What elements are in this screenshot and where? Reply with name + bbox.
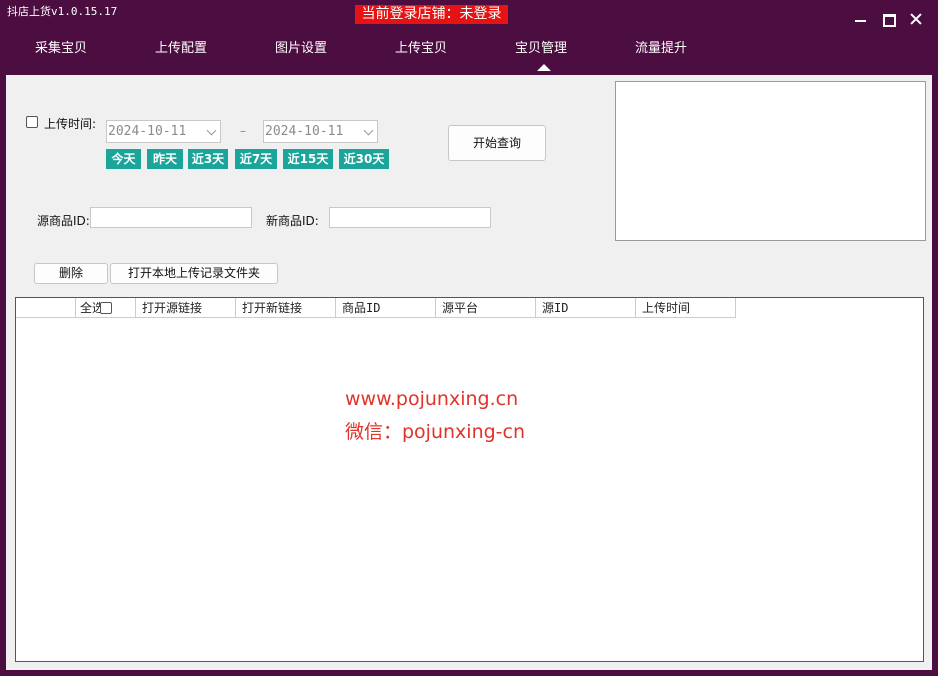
table-header: 全选 打开源链接 打开新链接 商品ID 源平台 源ID 上传时间: [16, 298, 736, 318]
source-id-label: 源商品ID:: [37, 214, 90, 228]
watermark-wechat: 微信：pojunxing-cn: [345, 421, 526, 443]
tab-traffic-boost[interactable]: 流量提升: [606, 40, 716, 60]
column-source-platform[interactable]: 源平台: [436, 298, 536, 318]
tab-item-management[interactable]: 宝贝管理: [486, 40, 596, 60]
tab-collect[interactable]: 采集宝贝: [6, 40, 116, 60]
select-all-label: 全选: [80, 301, 100, 315]
quick-range-30-days[interactable]: 近30天: [339, 149, 389, 169]
column-upload-time[interactable]: 上传时间: [636, 298, 736, 318]
uploaded-items-table: 全选 打开源链接 打开新链接 商品ID 源平台 源ID 上传时间: [15, 297, 924, 662]
open-upload-records-folder-button[interactable]: 打开本地上传记录文件夹: [110, 263, 278, 284]
maximize-icon[interactable]: [881, 8, 897, 27]
row-header-column: [16, 298, 76, 318]
upload-time-checkbox[interactable]: [26, 116, 38, 128]
preview-panel: [615, 81, 926, 241]
select-all-column: 全选: [76, 298, 136, 318]
quick-range-3-days[interactable]: 近3天: [188, 149, 228, 169]
column-open-source-link[interactable]: 打开源链接: [136, 298, 236, 318]
quick-range-yesterday[interactable]: 昨天: [147, 149, 183, 169]
column-item-id[interactable]: 商品ID: [336, 298, 436, 318]
end-date-value: 2024-10-11: [265, 124, 344, 139]
new-id-label: 新商品ID:: [266, 214, 319, 228]
app-title: 抖店上货v1.0.15.17: [7, 5, 118, 18]
start-query-button[interactable]: 开始查询: [448, 125, 546, 161]
login-status-badge: 当前登录店铺：未登录: [355, 5, 508, 24]
chevron-down-icon: [206, 125, 217, 136]
quick-range-today[interactable]: 今天: [106, 149, 141, 169]
tab-image-settings[interactable]: 图片设置: [246, 40, 356, 60]
tab-upload-items[interactable]: 上传宝贝: [366, 40, 476, 60]
column-source-id[interactable]: 源ID: [536, 298, 636, 318]
tab-upload-config[interactable]: 上传配置: [126, 40, 236, 60]
minimize-icon[interactable]: [853, 8, 869, 24]
chevron-down-icon: [363, 125, 374, 136]
new-id-input[interactable]: [329, 207, 491, 228]
close-icon[interactable]: [908, 8, 924, 24]
column-open-new-link[interactable]: 打开新链接: [236, 298, 336, 318]
start-date-value: 2024-10-11: [108, 124, 187, 139]
source-id-input[interactable]: [90, 207, 252, 228]
quick-range-7-days[interactable]: 近7天: [235, 149, 277, 169]
delete-button[interactable]: 删除: [34, 263, 108, 284]
date-separator: –: [240, 124, 246, 138]
app-window: 抖店上货v1.0.15.17 当前登录店铺：未登录 采集宝贝 上传配置 图片设置…: [0, 0, 938, 676]
select-all-checkbox[interactable]: [100, 302, 112, 314]
watermark-url: www.pojunxing.cn: [345, 388, 519, 410]
quick-range-15-days[interactable]: 近15天: [283, 149, 333, 169]
item-management-panel: 上传时间: 2024-10-11 – 2024-10-11 今天 昨天 近3天 …: [6, 75, 932, 670]
start-date-picker[interactable]: 2024-10-11: [106, 120, 221, 143]
upload-time-label: 上传时间:: [44, 117, 97, 131]
end-date-picker[interactable]: 2024-10-11: [263, 120, 378, 143]
active-tab-indicator: [537, 64, 551, 71]
